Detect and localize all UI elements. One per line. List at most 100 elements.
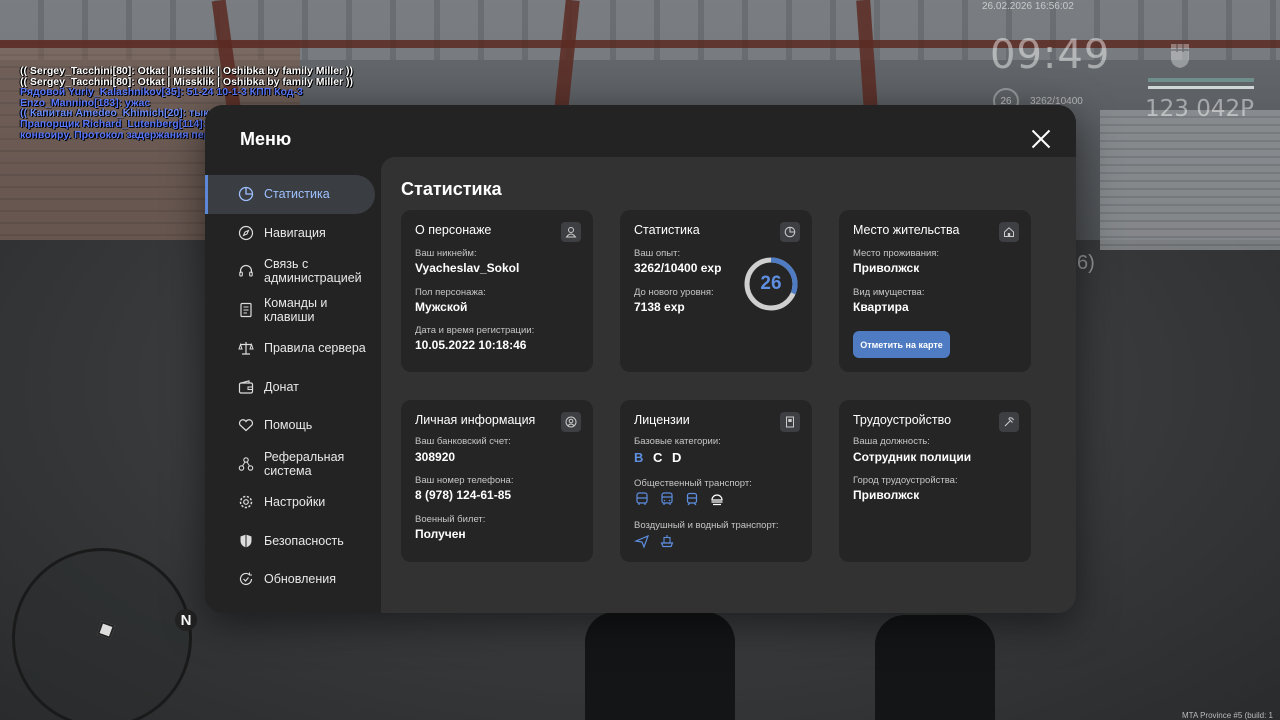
sidebar-item-settings[interactable]: Настройки <box>205 483 381 522</box>
sidebar-item-label: Безопасность <box>264 533 344 548</box>
plane-icon <box>634 534 650 549</box>
sidebar-item-label: Донат <box>264 379 299 394</box>
employment-card: Трудоустройство Ваша должность: Сотрудни… <box>839 400 1031 562</box>
sidebar-item-help[interactable]: Помощь <box>205 406 381 445</box>
sidebar-item-admin-contact[interactable]: Связь с администрацией <box>205 252 381 291</box>
nickname-value: Vyacheslav_Sokol <box>415 261 520 275</box>
heart-hand-icon <box>238 419 254 432</box>
fist-icon <box>1171 44 1189 68</box>
license-category-d: D <box>672 450 682 465</box>
sidebar-item-label: Статистика <box>264 187 330 202</box>
document-icon <box>240 302 252 317</box>
health-bar <box>1148 78 1254 82</box>
field-label: Ваш никнейм: <box>415 248 477 259</box>
sidebar-item-referral[interactable]: Реферальная система <box>205 445 381 484</box>
menu-sidebar: Статистика Навигация Связь с администрац… <box>205 175 381 599</box>
character-card: О персонаже Ваш никнейм: Vyacheslav_Soko… <box>401 210 593 372</box>
field-label: Общественный транспорт: <box>634 478 752 489</box>
bus-icon <box>661 492 673 505</box>
sidebar-item-label: Реферальная система <box>264 449 345 478</box>
bus-icon <box>636 492 648 505</box>
sidebar-item-label: Навигация <box>264 225 326 240</box>
user-circle-icon <box>561 412 581 432</box>
license-icon <box>780 412 800 432</box>
card-title: Трудоустройство <box>853 413 952 427</box>
character-figure <box>875 615 995 720</box>
pie-chart-icon <box>238 187 254 202</box>
next-level-value: 7138 exp <box>634 300 685 314</box>
home-icon <box>999 222 1019 242</box>
menu-title: Меню <box>240 129 292 149</box>
field-label: Воздушный и водный транспорт: <box>634 520 779 531</box>
personal-info-card: Личная информация Ваш банковский счет: 3… <box>401 400 593 562</box>
player-blip-icon <box>97 621 115 639</box>
field-label: Город трудоустройства: <box>853 475 958 486</box>
sidebar-item-rules[interactable]: Правила сервера <box>205 329 381 368</box>
armor-bar <box>1148 86 1254 89</box>
sidebar-item-security[interactable]: Безопасность <box>205 522 381 561</box>
pie-chart-icon <box>780 222 800 242</box>
sidebar-item-donate[interactable]: Донат <box>205 368 381 407</box>
hud-date: 26.02.2026 16:56:02 <box>982 1 1074 12</box>
chat-line: (( Sergey_Tacchini[80]: Otkat | Missklik… <box>20 65 354 77</box>
shield-icon <box>240 534 252 548</box>
scales-icon <box>238 342 254 355</box>
sidebar-item-updates[interactable]: Обновления <box>205 560 381 599</box>
field-label: Ваш банковский счет: <box>415 436 511 447</box>
licenses-card: Лицензии Базовые категории: B C D Общест… <box>620 400 812 562</box>
hud-partial-text: 6) <box>1077 252 1095 274</box>
wallet-icon <box>238 379 254 394</box>
garage-shutter <box>1100 110 1280 250</box>
level-number: 26 <box>760 273 782 294</box>
card-title: Лицензии <box>634 413 690 427</box>
field-label: Дата и время регистрации: <box>415 325 535 336</box>
field-label: Ваш номер телефона: <box>415 475 514 486</box>
content-panel: Статистика О персонаже Ваш никнейм: Vyac… <box>381 157 1076 613</box>
sidebar-item-statistics[interactable]: Статистика <box>205 175 375 214</box>
field-label: До нового уровня: <box>634 287 714 298</box>
sidebar-item-label: Команды и клавиши <box>264 295 328 324</box>
build-info: MTA Province #5 (build: 1 <box>1182 711 1274 720</box>
page-title: Статистика <box>401 179 502 199</box>
field-label: Место проживания: <box>853 248 940 259</box>
residence-value: Приволжск <box>853 261 920 275</box>
menu-header: Меню <box>205 105 1076 157</box>
field-label: Ваш опыт: <box>634 248 681 259</box>
sidebar-item-label: Обновления <box>264 572 336 587</box>
registration-value: 10.05.2022 10:18:46 <box>415 338 527 352</box>
exp-value: 3262/10400 exp <box>634 261 722 275</box>
gear-icon <box>239 496 253 509</box>
license-categories: B C D <box>634 450 687 465</box>
air-water-icons <box>634 533 675 549</box>
headset-icon <box>239 265 253 277</box>
hud-money: 123 042Р <box>1145 96 1254 122</box>
employment-city-value: Приволжск <box>853 488 920 502</box>
menu-window: Меню Статистика Навигация Связь с админи… <box>205 105 1076 613</box>
mark-on-map-button[interactable]: Отметить на карте <box>853 331 950 358</box>
close-button[interactable] <box>1029 127 1053 151</box>
military-id-value: Получен <box>415 527 466 541</box>
license-category-c: C <box>653 450 663 465</box>
position-value: Сотрудник полиции <box>853 450 972 464</box>
stats-card: Статистика Ваш опыт: 3262/10400 exp До н… <box>620 210 812 372</box>
license-category-b: B <box>634 450 644 465</box>
sidebar-item-label: Связь с администрацией <box>264 257 362 286</box>
gender-value: Мужской <box>415 300 468 314</box>
phone-value: 8 (978) 124-61-85 <box>415 488 512 502</box>
card-title: О персонаже <box>415 223 492 237</box>
sidebar-item-label: Правила сервера <box>264 341 366 356</box>
card-title: Статистика <box>634 223 700 237</box>
field-label: Базовые категории: <box>634 436 721 447</box>
residence-card: Место жительства Место проживания: Приво… <box>839 210 1031 372</box>
sidebar-item-label: Настройки <box>264 495 326 510</box>
character-figure <box>585 612 735 720</box>
ship-icon <box>660 535 674 548</box>
network-icon <box>238 456 254 471</box>
sidebar-item-navigation[interactable]: Навигация <box>205 214 381 253</box>
minimap: N <box>12 548 197 720</box>
helmet-icon <box>711 494 723 506</box>
sidebar-item-commands[interactable]: Команды и клавиши <box>205 291 381 330</box>
user-icon <box>561 222 581 242</box>
hud-clock: 09:49 <box>990 32 1111 78</box>
card-title: Место жительства <box>853 223 960 237</box>
